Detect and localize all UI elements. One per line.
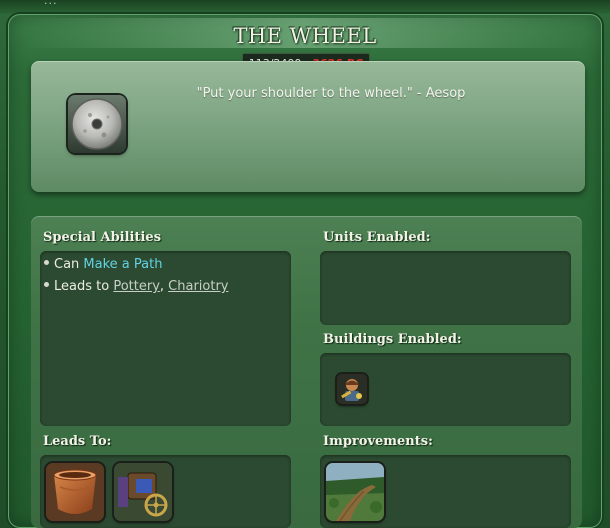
title-bar: THE WHEEL	[20, 18, 590, 48]
ability-item: Can Make a Path	[44, 254, 228, 276]
pottery-icon[interactable]	[46, 463, 104, 521]
chariotry-icon[interactable]	[114, 463, 172, 521]
chariotry-link[interactable]: Chariotry	[168, 279, 228, 294]
units-enabled-box	[320, 251, 571, 325]
leads-to-header: Leads To:	[43, 434, 112, 449]
bullet-icon	[44, 282, 49, 287]
bullet-icon	[44, 260, 49, 265]
path-improvement-icon[interactable]	[326, 463, 384, 521]
worker-building-icon[interactable]	[337, 374, 367, 404]
top-strip: ...	[0, 0, 610, 14]
quote-panel: "Put your shoulder to the wheel." - Aeso…	[31, 61, 585, 192]
make-a-path-link[interactable]: Make a Path	[83, 257, 162, 272]
stone-wheel-icon[interactable]	[68, 95, 126, 153]
ability-item: Leads to Pottery, Chariotry	[44, 276, 228, 298]
special-abilities-list: Can Make a Path Leads to Pottery, Chario…	[44, 254, 228, 298]
units-enabled-header: Units Enabled:	[323, 230, 431, 245]
link-separator: ,	[159, 279, 169, 294]
tech-title: THE WHEEL	[233, 24, 377, 48]
pottery-link[interactable]: Pottery	[113, 279, 160, 294]
ability-prefix: Leads to	[54, 279, 114, 294]
top-strip-text: ...	[44, 0, 58, 7]
special-abilities-header: Special Abilities	[43, 230, 162, 245]
ability-prefix: Can	[54, 257, 84, 272]
improvements-header: Improvements:	[323, 434, 433, 449]
buildings-enabled-header: Buildings Enabled:	[323, 332, 462, 347]
quote-text: "Put your shoulder to the wheel." - Aeso…	[196, 86, 466, 101]
